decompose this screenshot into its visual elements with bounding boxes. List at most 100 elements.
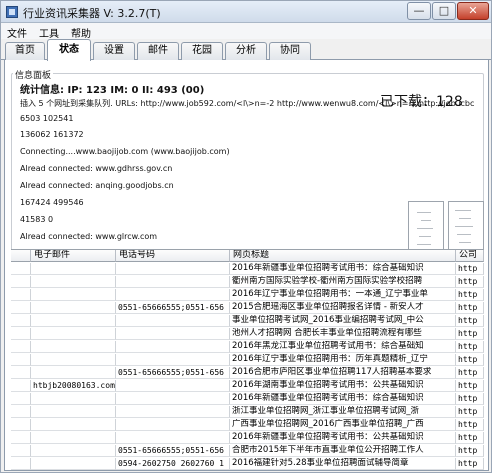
- cell-company: http: [456, 315, 484, 327]
- cell-title: 2016年辽宁事业单位招聘用书：历年真题精析_辽宁: [230, 354, 456, 366]
- cell-title: 2016福建针对5.28事业单位招聘面试辅导简章: [230, 458, 456, 470]
- cell-company: http: [456, 393, 484, 405]
- cell-company: http: [456, 432, 484, 444]
- cell-title: 合肥市2015年下半年市直事业单位公开招聘工作人: [230, 445, 456, 457]
- cell-phone: [116, 289, 230, 301]
- cell-phone: [116, 393, 230, 405]
- page-thumbnail: [448, 201, 484, 255]
- cell-phone: [116, 328, 230, 340]
- cell-company: http: [456, 289, 484, 301]
- tab-strip: 首页 状态 设置 邮件 花园 分析 协同: [1, 39, 491, 61]
- menu-file[interactable]: 文件: [7, 25, 27, 40]
- cell-title: 2016年新疆事业单位招聘考试用书：综合基础知识: [230, 263, 456, 275]
- title-bar[interactable]: 行业资讯采集器 V: 3.2.7(T) — □ ✕: [1, 1, 491, 23]
- cell-index: [11, 276, 31, 288]
- col-header-phone[interactable]: 电话号码: [116, 250, 230, 262]
- tab-garden[interactable]: 花园: [181, 42, 223, 60]
- col-header-company[interactable]: 公司: [456, 250, 484, 262]
- window-title: 行业资讯采集器 V: 3.2.7(T): [23, 7, 161, 20]
- cell-index: [11, 341, 31, 353]
- info-panel: 统计信息: IP: 123 IM: 0 II: 493 (00) 已下载：128…: [11, 73, 484, 255]
- table-row[interactable]: 0551-65666555;0551-656 2015合肥瑶海区事业单位招聘报名详…: [11, 302, 484, 314]
- log-line: Alread connected: www.glrcw.com: [20, 232, 158, 241]
- cell-email: [31, 406, 116, 418]
- cell-phone: [116, 263, 230, 275]
- cell-index: [11, 458, 31, 470]
- app-icon: [6, 6, 18, 18]
- cell-title: 2016年辽宁事业单位招聘用书：一本通_辽宁事业单: [230, 289, 456, 301]
- cell-phone: 0594-2602750 2602760 1: [116, 458, 230, 470]
- cell-email: [31, 341, 116, 353]
- table-row[interactable]: 2016年辽宁事业单位招聘用书：一本通_辽宁事业单 http: [11, 289, 484, 301]
- table-row[interactable]: 2016年新疆事业单位招聘考试用书：综合基础知识 http: [11, 393, 484, 405]
- cell-company: http: [456, 354, 484, 366]
- tab-settings[interactable]: 设置: [93, 42, 135, 60]
- cell-email: [31, 445, 116, 457]
- log-line: 插入 5 个网址到采集队列. URLs: http://www.job592.c…: [20, 99, 475, 108]
- col-header-index[interactable]: [11, 250, 31, 262]
- table-row[interactable]: 衢州南方国际实验学校-衢州南方国际实验学校招聘 http: [11, 276, 484, 288]
- minimize-button[interactable]: —: [407, 2, 431, 20]
- cell-company: http: [456, 458, 484, 470]
- cell-index: [11, 263, 31, 275]
- maximize-button[interactable]: □: [432, 2, 456, 20]
- table-row[interactable]: 广西事业单位招聘网_2016广西事业单位招聘_广西 http: [11, 419, 484, 431]
- table-row[interactable]: 0551-65666555;0551-656 2016合肥市庐阳区事业单位招聘11…: [11, 367, 484, 379]
- cell-index: [11, 445, 31, 457]
- cell-title: 浙江事业单位招聘网_浙江事业单位招聘考试网_浙: [230, 406, 456, 418]
- table-row[interactable]: 0594-2602750 2602760 1 2016福建针对5.28事业单位招聘…: [11, 458, 484, 470]
- cell-email: [31, 367, 116, 379]
- cell-company: http: [456, 419, 484, 431]
- cell-phone: 0551-65666555;0551-656: [116, 445, 230, 457]
- cell-index: [11, 354, 31, 366]
- log-line: 41583 0: [20, 215, 54, 224]
- cell-email: [31, 289, 116, 301]
- stats-values: IP: 123 IM: 0 II: 493 (00): [67, 85, 205, 96]
- cell-phone: [116, 315, 230, 327]
- table-row[interactable]: 2016年黑龙江事业单位招聘考试用书：综合基础知 http: [11, 341, 484, 353]
- tab-collaboration[interactable]: 协同: [269, 42, 311, 60]
- cell-phone: [116, 406, 230, 418]
- tab-home[interactable]: 首页: [5, 42, 45, 60]
- table-row[interactable]: 池州人才招聘网 合肥长丰事业单位招聘流程有哪些 http: [11, 328, 484, 340]
- tab-status[interactable]: 状态: [47, 39, 91, 61]
- menu-help[interactable]: 帮助: [71, 25, 91, 40]
- cell-phone: [116, 341, 230, 353]
- log-line: Connecting....www.baojijob.com (www.baoj…: [20, 147, 230, 156]
- log-line: 136062 161372: [20, 130, 84, 139]
- table-row[interactable]: 事业单位招聘考试网_2016事业编招聘考试网_中公 http: [11, 315, 484, 327]
- cell-company: http: [456, 380, 484, 392]
- table-row[interactable]: 2016年辽宁事业单位招聘用书：历年真题精析_辽宁 http: [11, 354, 484, 366]
- table-row[interactable]: 2016年新疆事业单位招聘考试用书：综合基础知识 http: [11, 263, 484, 275]
- col-header-email[interactable]: 电子邮件: [31, 250, 116, 262]
- close-button[interactable]: ✕: [457, 2, 489, 20]
- tab-mail[interactable]: 邮件: [137, 42, 179, 60]
- log-line: Alread connected: www.gdhrss.gov.cn: [20, 164, 173, 173]
- cell-company: http: [456, 328, 484, 340]
- table-row[interactable]: 2016年新疆事业单位招聘考试用书：公共基础知识 http: [11, 432, 484, 444]
- table-row[interactable]: htbjb20080163.com 2016年湖南事业单位招聘考试用书：公共基础知…: [11, 380, 484, 392]
- table-row[interactable]: 0551-65666555;0551-656 合肥市2015年下半年市直事业单位公…: [11, 445, 484, 457]
- cell-email: [31, 328, 116, 340]
- cell-title: 池州人才招聘网 合肥长丰事业单位招聘流程有哪些: [230, 328, 456, 340]
- cell-title: 2016合肥市庐阳区事业单位招聘117人招聘基本要求: [230, 367, 456, 379]
- cell-phone: [116, 354, 230, 366]
- table-row[interactable]: 浙江事业单位招聘网_浙江事业单位招聘考试网_浙 http: [11, 406, 484, 418]
- cell-title: 2016年黑龙江事业单位招聘考试用书：综合基础知: [230, 341, 456, 353]
- col-header-title[interactable]: 网页标题: [230, 250, 456, 262]
- status-panel: 统计信息: IP: 123 IM: 0 II: 493 (00) 已下载：128…: [4, 60, 489, 471]
- cell-index: [11, 432, 31, 444]
- results-table[interactable]: 电子邮件 电话号码 网页标题 公司 2016年新疆事业单位招聘考试用书：综合基础…: [11, 249, 484, 471]
- cell-title: 事业单位招聘考试网_2016事业编招聘考试网_中公: [230, 315, 456, 327]
- cell-company: http: [456, 276, 484, 288]
- cell-index: [11, 406, 31, 418]
- cell-company: http: [456, 445, 484, 457]
- cell-title: 衢州南方国际实验学校-衢州南方国际实验学校招聘: [230, 276, 456, 288]
- cell-index: [11, 289, 31, 301]
- cell-index: [11, 380, 31, 392]
- cell-phone: [116, 380, 230, 392]
- menu-tools[interactable]: 工具: [39, 25, 59, 40]
- cell-phone: [116, 276, 230, 288]
- tab-analysis[interactable]: 分析: [225, 42, 267, 60]
- cell-email: [31, 315, 116, 327]
